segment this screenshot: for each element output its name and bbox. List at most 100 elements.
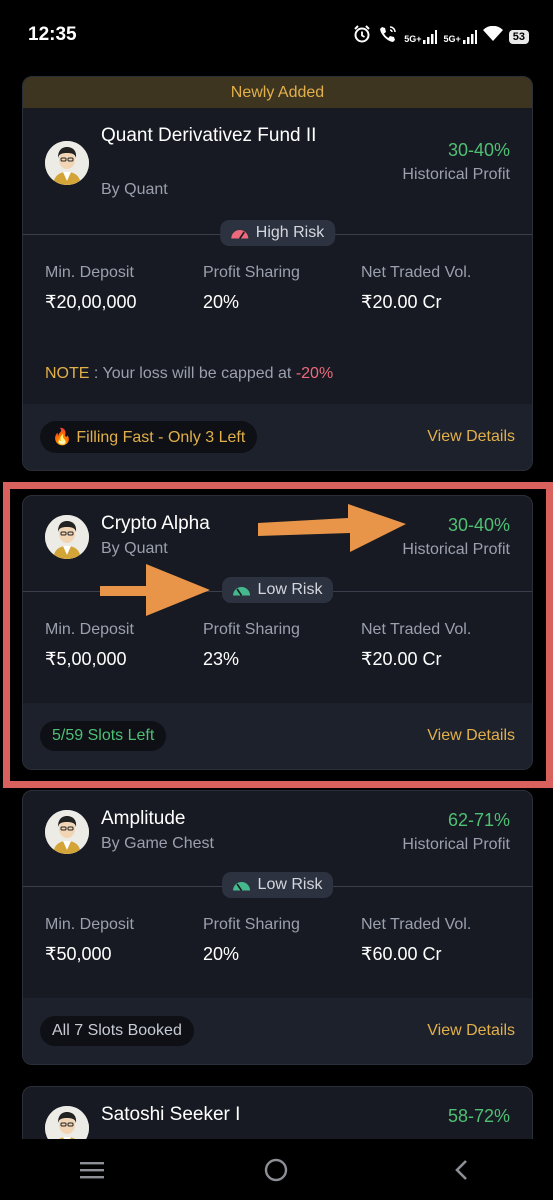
risk-badge: Low Risk — [221, 577, 334, 603]
stats-row: Min. Deposit ₹20,00,000 Profit Sharing 2… — [23, 252, 532, 332]
signal-icon-1: 5G+ — [404, 29, 438, 44]
stat-value: ₹5,00,000 — [45, 649, 127, 669]
back-chevron-icon — [454, 1159, 467, 1180]
stat-value: 20% — [203, 944, 240, 964]
stat-net-traded: Net Traded Vol. ₹60.00 Cr — [361, 916, 471, 965]
stat-label: Min. Deposit — [45, 264, 134, 281]
home-circle-icon — [265, 1158, 288, 1181]
stat-label: Min. Deposit — [45, 621, 134, 638]
stat-label: Profit Sharing — [203, 621, 300, 638]
card-footer: 5/59 Slots Left View Details — [23, 703, 532, 769]
gauge-icon — [232, 586, 250, 596]
historical-profit-label: Historical Profit — [402, 541, 510, 558]
card-footer: 🔥 Filling Fast - Only 3 Left View Detail… — [23, 404, 532, 470]
stat-value: 23% — [203, 649, 240, 669]
risk-label: High Risk — [255, 224, 325, 241]
fund-name: Crypto Alpha — [101, 513, 210, 534]
availability-text: Filling Fast - Only 3 Left — [76, 429, 246, 446]
fund-card-quant-derivativez[interactable]: Newly Added Quant Derivativez Fund II By… — [22, 76, 533, 471]
card-header: Crypto Alpha By Quant 30-40% Historical … — [23, 496, 532, 584]
fund-manager: By Quant — [101, 181, 168, 198]
stat-profit-sharing: Profit Sharing 23% — [203, 621, 300, 670]
view-details-link[interactable]: View Details — [427, 727, 515, 745]
fund-card-crypto-alpha[interactable]: Crypto Alpha By Quant 30-40% Historical … — [22, 495, 533, 770]
card-footer: All 7 Slots Booked View Details — [23, 998, 532, 1064]
risk-row: High Risk — [23, 218, 532, 252]
stat-label: Min. Deposit — [45, 916, 134, 933]
stat-profit-sharing: Profit Sharing 20% — [203, 916, 300, 965]
risk-badge: High Risk — [219, 220, 336, 246]
status-bar: 12:35 5G+ 5G+ 53 — [0, 0, 553, 72]
fund-name: Satoshi Seeker I — [101, 1104, 241, 1125]
manager-avatar-icon — [45, 810, 89, 854]
manager-avatar-icon — [45, 515, 89, 559]
fund-list[interactable]: Newly Added Quant Derivativez Fund II By… — [0, 72, 553, 1139]
stats-row: Min. Deposit ₹50,000 Profit Sharing 20% … — [23, 904, 532, 984]
menu-icon — [80, 1161, 105, 1178]
historical-profit-value: 30-40% — [447, 140, 510, 160]
availability-tag: 🔥 Filling Fast - Only 3 Left — [40, 421, 258, 453]
newly-added-banner: Newly Added — [23, 77, 532, 108]
stat-value: ₹60.00 Cr — [361, 944, 442, 964]
fund-card-satoshi-seeker[interactable]: Satoshi Seeker I 58-72% — [22, 1086, 533, 1139]
fund-manager: By Game Chest — [101, 835, 214, 852]
stat-min-deposit: Min. Deposit ₹20,00,000 — [45, 264, 137, 313]
historical-profit-value: 30-40% — [447, 515, 510, 535]
alarm-icon — [352, 24, 372, 49]
risk-row: Low Risk — [23, 575, 532, 609]
avatar — [45, 141, 89, 185]
note-key: NOTE — [45, 365, 90, 382]
risk-badge: Low Risk — [221, 872, 334, 898]
stat-min-deposit: Min. Deposit ₹5,00,000 — [45, 621, 134, 670]
signal-label-2: 5G+ — [443, 33, 461, 44]
stat-label: Net Traded Vol. — [361, 916, 472, 933]
avatar — [45, 515, 89, 559]
avatar — [45, 1106, 89, 1139]
view-details-link[interactable]: View Details — [427, 428, 515, 446]
stats-row: Min. Deposit ₹5,00,000 Profit Sharing 23… — [23, 609, 532, 689]
risk-label: Low Risk — [257, 876, 323, 893]
fund-card-amplitude[interactable]: Amplitude By Game Chest 62-71% Historica… — [22, 790, 533, 1065]
stat-label: Net Traded Vol. — [361, 621, 472, 638]
fund-name: Quant Derivativez Fund II — [101, 125, 317, 146]
wifi-call-icon — [378, 24, 398, 49]
stat-value: ₹50,000 — [45, 944, 112, 964]
historical-profit-value: 58-72% — [447, 1106, 510, 1126]
stat-value: ₹20.00 Cr — [361, 292, 442, 312]
card-header: Quant Derivativez Fund II By Quant 30-40… — [23, 108, 532, 198]
stat-label: Profit Sharing — [203, 916, 300, 933]
wifi-icon — [482, 25, 503, 47]
loss-cap-note: NOTE : Your loss will be capped at -20% — [45, 365, 333, 383]
manager-avatar-icon — [45, 1106, 89, 1139]
status-icons: 5G+ 5G+ 53 — [352, 24, 529, 49]
stat-net-traded: Net Traded Vol. ₹20.00 Cr — [361, 621, 471, 670]
manager-avatar-icon — [45, 141, 89, 185]
system-nav-bar — [0, 1139, 553, 1200]
note-text: : Your loss will be capped at — [89, 365, 296, 382]
home-nav-button[interactable] — [254, 1148, 298, 1192]
availability-tag: All 7 Slots Booked — [40, 1016, 194, 1046]
menu-nav-button[interactable] — [70, 1148, 114, 1192]
card-header: Amplitude By Game Chest 62-71% Historica… — [23, 791, 532, 879]
avatar — [45, 810, 89, 854]
note-value: -20% — [295, 365, 334, 382]
back-nav-button[interactable] — [439, 1148, 483, 1192]
fund-name: Amplitude — [101, 808, 186, 829]
risk-row: Low Risk — [23, 870, 532, 904]
signal-label-1: 5G+ — [404, 33, 422, 44]
stat-value: ₹20,00,000 — [45, 292, 137, 312]
card-header: Satoshi Seeker I 58-72% — [23, 1087, 532, 1139]
view-details-link[interactable]: View Details — [427, 1022, 515, 1040]
stat-net-traded: Net Traded Vol. ₹20.00 Cr — [361, 264, 471, 313]
battery-icon: 53 — [508, 29, 529, 44]
gauge-icon — [232, 881, 250, 891]
availability-tag: 5/59 Slots Left — [40, 721, 167, 751]
historical-profit-label: Historical Profit — [402, 166, 510, 183]
status-time: 12:35 — [28, 24, 77, 45]
stat-value: 20% — [203, 292, 240, 312]
signal-icon-2: 5G+ — [443, 29, 477, 44]
fire-icon: 🔥 — [52, 429, 72, 446]
gauge-icon — [230, 229, 248, 239]
stat-label: Net Traded Vol. — [361, 264, 472, 281]
fund-manager: By Quant — [101, 540, 168, 557]
